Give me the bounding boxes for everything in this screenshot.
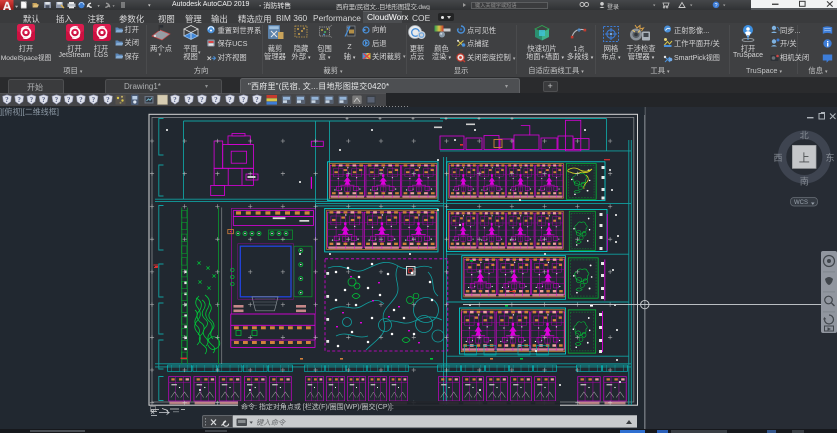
svg-text:南: 南: [800, 176, 809, 187]
svg-text:北: 北: [800, 131, 809, 141]
svg-text:东: 东: [825, 152, 834, 163]
svg-text:?: ?: [714, 3, 717, 9]
svg-text:西: 西: [773, 153, 782, 163]
svg-text:上: 上: [799, 152, 810, 165]
svg-text:WCS: WCS: [794, 200, 808, 206]
svg-text:[-][俯视][二维线框]: [-][俯视][二维线框]: [0, 107, 59, 117]
